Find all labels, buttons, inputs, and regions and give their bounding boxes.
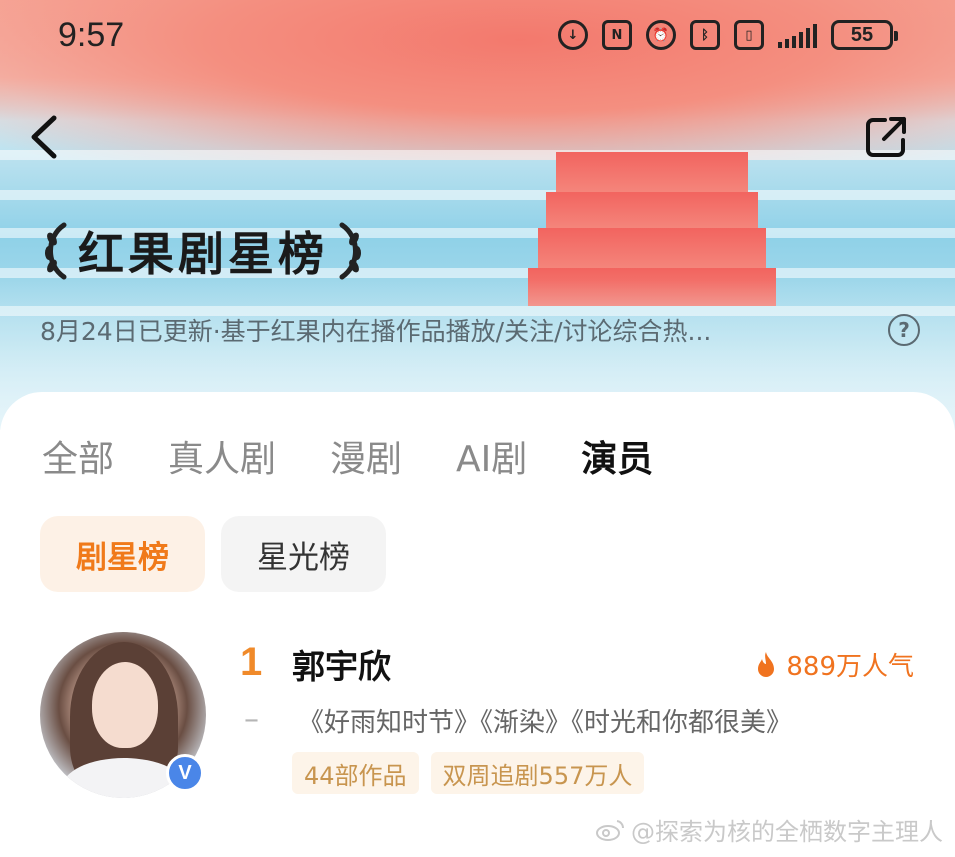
tab-actors[interactable]: 演员 bbox=[581, 430, 653, 482]
rank-number: 1 bbox=[240, 640, 263, 684]
title-row: 红果剧星榜 bbox=[38, 218, 368, 284]
help-icon[interactable]: ? bbox=[888, 314, 920, 346]
popularity: 889万人气 bbox=[754, 646, 914, 683]
page-title: 红果剧星榜 bbox=[78, 227, 328, 281]
watermark-text: @探索为核的全栖数字主理人 bbox=[631, 818, 943, 846]
works-list: 《好雨知时节》《渐染》《时光和你都很美》 bbox=[298, 708, 793, 738]
weibo-icon bbox=[596, 819, 625, 841]
header-banner bbox=[0, 0, 955, 430]
signal-icon bbox=[778, 22, 817, 48]
back-button[interactable] bbox=[24, 112, 64, 162]
alarm-icon: ⏰ bbox=[646, 20, 676, 50]
update-description: 8月24日已更新·基于红果内在播作品播放/关注/讨论综合热... bbox=[40, 317, 712, 346]
watermark: @探索为核的全栖数字主理人 bbox=[595, 812, 943, 847]
ranking-list-item[interactable]: V 1 – 郭宇欣 889万人气 《好雨知时节》《渐染》《时光和你都很美》 44… bbox=[40, 632, 920, 802]
content-card: 全部 真人剧 漫剧 AI剧 演员 剧星榜 星光榜 V 1 – 郭宇欣 889万人… bbox=[0, 392, 955, 857]
clock: 9:57 bbox=[58, 16, 125, 54]
battery-icon: 55 bbox=[831, 20, 898, 50]
vibrate-icon: ▯ bbox=[734, 20, 764, 50]
verified-icon: V bbox=[166, 754, 204, 792]
back-arrow-icon bbox=[31, 115, 57, 159]
fire-icon bbox=[758, 651, 775, 677]
status-bar: 9:57 ↓ N ⏰ ᛒ ▯ 55 bbox=[0, 14, 955, 58]
tab-comic-drama[interactable]: 漫剧 bbox=[330, 430, 402, 482]
actor-name: 郭宇欣 bbox=[292, 647, 391, 686]
laurel-right-icon bbox=[339, 222, 361, 280]
laurel-left-icon bbox=[45, 222, 67, 280]
tab-live-action[interactable]: 真人剧 bbox=[168, 430, 276, 482]
share-button[interactable] bbox=[863, 114, 909, 160]
rank-change: – bbox=[244, 702, 259, 737]
tab-ai-drama[interactable]: AI剧 bbox=[456, 430, 527, 482]
subtab-starlight-ranking[interactable]: 星光榜 bbox=[221, 516, 386, 592]
share-icon bbox=[866, 117, 906, 157]
data-saver-icon: ↓ bbox=[558, 20, 588, 50]
subtab-drama-star-ranking[interactable]: 剧星榜 bbox=[40, 516, 205, 592]
tag-list: 44部作品 双周追剧557万人 bbox=[292, 752, 645, 794]
subtitle-row: 8月24日已更新·基于红果内在播作品播放/关注/讨论综合热... ? bbox=[40, 312, 920, 348]
tab-all[interactable]: 全部 bbox=[42, 430, 114, 482]
works-count-tag: 44部作品 bbox=[292, 752, 419, 794]
popularity-value: 889万人气 bbox=[786, 652, 914, 682]
bluetooth-icon: ᛒ bbox=[690, 20, 720, 50]
ranking-type-tabs: 剧星榜 星光榜 bbox=[40, 516, 386, 592]
nfc-icon: N bbox=[602, 20, 632, 50]
viewers-tag: 双周追剧557万人 bbox=[430, 752, 645, 794]
category-tabs: 全部 真人剧 漫剧 AI剧 演员 bbox=[42, 430, 653, 482]
